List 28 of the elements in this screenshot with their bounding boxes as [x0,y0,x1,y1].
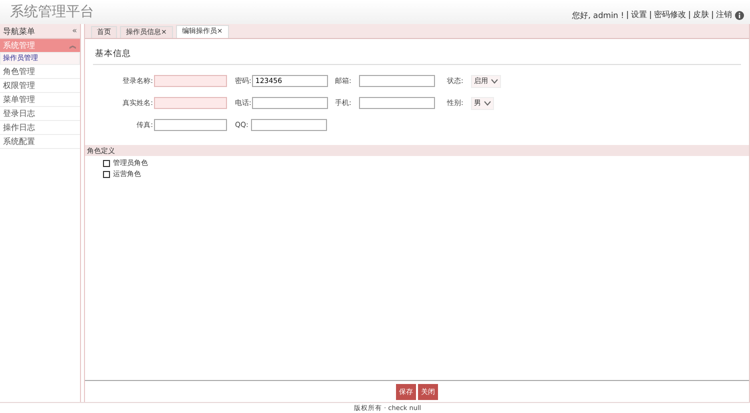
input-field[interactable] [154,97,227,109]
collapse-button[interactable]: « [72,27,77,35]
header-link[interactable]: 设置 [627,11,647,19]
sidebar-item[interactable]: 操作日志 [0,121,80,135]
app-title: 系统管理平台 [10,3,94,21]
input-field[interactable] [359,97,435,109]
chevron-icon [484,100,491,106]
chevron-icon [491,78,498,84]
sidebar-title: 导航菜单 [3,26,35,36]
header-link[interactable]: 皮肤 [689,11,709,19]
sidebar-item[interactable]: 角色管理 [0,65,80,79]
sidebar-item[interactable]: 登录日志 [0,107,80,121]
checkbox[interactable] [103,170,110,178]
input-field[interactable] [154,119,227,131]
info-icon [735,10,744,20]
header-link[interactable]: 密码修改 [650,11,686,19]
group-label: 系统管理 [3,40,35,51]
section-title: 基本信息 [93,45,741,65]
input-field[interactable] [359,75,435,87]
input-field[interactable] [252,97,328,109]
sidebar-item[interactable]: 菜单管理 [0,93,80,107]
sidebar-item[interactable]: 权限管理 [0,79,80,93]
logout-link[interactable]: 注销 [712,11,732,19]
sidebar-item[interactable]: 系统配置 [0,135,80,149]
checkbox[interactable] [103,160,110,166]
input-field[interactable] [154,75,227,87]
greeting: 您好, admin ! [572,10,624,20]
input-field[interactable] [251,119,327,131]
